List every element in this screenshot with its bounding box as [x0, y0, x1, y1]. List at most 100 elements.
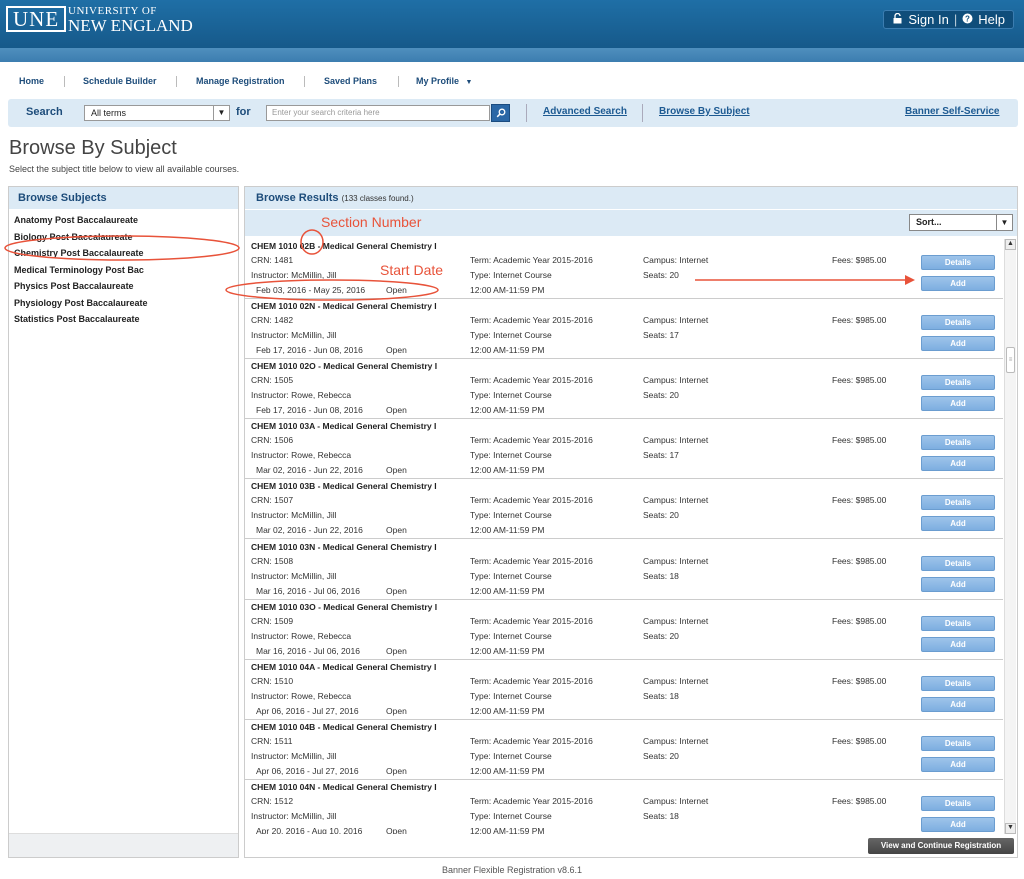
subject-physiology[interactable]: Physiology Post Baccalaureate: [9, 295, 238, 312]
subject-anatomy[interactable]: Anatomy Post Baccalaureate: [9, 212, 238, 229]
course-status: Open: [386, 465, 407, 476]
results-heading: Browse Results: [256, 192, 339, 204]
course-fees: Fees: $985.00: [832, 255, 887, 265]
nav-divider: [176, 76, 177, 87]
course-time: 12:00 AM-11:59 PM: [470, 645, 545, 656]
details-button[interactable]: Details: [921, 795, 995, 811]
chevron-down-icon[interactable]: ▼: [213, 106, 229, 120]
course-fees: Fees: $985.00: [832, 735, 887, 746]
course-title: CHEM 1010 02O - Medical General Chemistr…: [251, 361, 438, 372]
sort-select[interactable]: Sort... ▼: [909, 214, 1013, 231]
subject-statistics[interactable]: Statistics Post Baccalaureate: [9, 311, 238, 328]
auth-bar: Sign In | ? Help: [883, 10, 1014, 29]
course-instructor: Instructor: Rowe, Rebecca: [251, 630, 352, 641]
add-button[interactable]: Add: [921, 396, 995, 412]
course-seats: Seats: 17: [643, 450, 679, 461]
course-dates: Feb 17, 2016 - Jun 08, 2016: [256, 345, 363, 356]
subject-biology[interactable]: Biology Post Baccalaureate: [9, 229, 238, 246]
logo-text[interactable]: UNIVERSITY OF NEW ENGLAND: [68, 5, 193, 34]
subjects-footer: [9, 833, 238, 857]
course-row: CHEM 1010 02B - Medical General Chemistr…: [245, 239, 1003, 299]
course-time: 12:00 AM-11:59 PM: [470, 285, 545, 295]
subject-medical-terminology[interactable]: Medical Terminology Post Bac: [9, 262, 238, 279]
details-button[interactable]: Details: [921, 495, 995, 511]
search-input[interactable]: Enter your search criteria here: [266, 105, 490, 121]
chevron-down-icon[interactable]: ▼: [996, 215, 1012, 230]
results-scrollbar[interactable]: ▲ ≡ ▼: [1004, 239, 1016, 834]
course-seats: Seats: 20: [643, 510, 679, 521]
for-label: for: [236, 106, 251, 118]
course-crn: CRN: 1506: [251, 435, 294, 446]
view-and-continue-button[interactable]: View and Continue Registration: [868, 838, 1014, 854]
course-campus: Campus: Internet: [643, 495, 709, 506]
nav-my-profile[interactable]: My Profile ▼: [416, 76, 472, 86]
course-instructor: Instructor: Rowe, Rebecca: [251, 450, 352, 461]
details-button[interactable]: Details: [921, 735, 995, 751]
add-button[interactable]: Add: [921, 696, 995, 712]
course-seats: Seats: 20: [643, 270, 679, 280]
course-row: CHEM 1010 04B - Medical General Chemistr…: [245, 720, 1003, 780]
course-campus: Campus: Internet: [643, 315, 709, 326]
subject-chemistry[interactable]: Chemistry Post Baccalaureate: [9, 245, 238, 262]
course-crn: CRN: 1509: [251, 615, 294, 626]
nav-saved-plans[interactable]: Saved Plans: [324, 76, 377, 86]
details-button[interactable]: Details: [921, 555, 995, 571]
add-button[interactable]: Add: [921, 456, 995, 472]
course-title: CHEM 1010 03O - Medical General Chemistr…: [251, 601, 438, 612]
nav-divider: [398, 76, 399, 87]
nav-divider: [304, 76, 305, 87]
course-title: CHEM 1010 04B - Medical General Chemistr…: [251, 721, 437, 732]
term-select[interactable]: All terms ▼: [84, 105, 230, 121]
search-button[interactable]: [491, 104, 510, 122]
add-button[interactable]: Add: [921, 516, 995, 532]
nav-home[interactable]: Home: [19, 76, 44, 86]
course-term: Term: Academic Year 2015-2016: [470, 435, 593, 446]
course-type: Type: Internet Course: [470, 510, 552, 521]
course-seats: Seats: 20: [643, 630, 679, 641]
banner-self-service-link[interactable]: Banner Self-Service: [905, 106, 1000, 117]
nav-schedule-builder[interactable]: Schedule Builder: [83, 76, 157, 86]
scroll-down-icon[interactable]: ▼: [1005, 823, 1016, 834]
results-header: Browse Results (133 classes found.): [245, 187, 1017, 209]
course-campus: Campus: Internet: [643, 615, 709, 626]
details-button[interactable]: Details: [921, 615, 995, 631]
details-button[interactable]: Details: [921, 255, 995, 270]
add-button[interactable]: Add: [921, 576, 995, 592]
sort-select-value: Sort...: [916, 217, 942, 227]
course-status: Open: [386, 645, 407, 656]
details-button[interactable]: Details: [921, 675, 995, 691]
course-instructor: Instructor: McMillin, Jill: [251, 510, 337, 521]
add-button[interactable]: Add: [921, 636, 995, 652]
results-count: (133 classes found.): [341, 194, 414, 203]
scroll-up-icon[interactable]: ▲: [1005, 239, 1016, 250]
details-button[interactable]: Details: [921, 435, 995, 451]
results-panel: Browse Results (133 classes found.) Sort…: [244, 186, 1018, 858]
subject-physics[interactable]: Physics Post Baccalaureate: [9, 278, 238, 295]
course-campus: Campus: Internet: [643, 255, 709, 265]
add-button[interactable]: Add: [921, 756, 995, 772]
nav-divider: [64, 76, 65, 87]
add-button[interactable]: Add: [921, 276, 995, 291]
course-status: Open: [386, 345, 407, 356]
details-button[interactable]: Details: [921, 375, 995, 391]
add-button[interactable]: Add: [921, 816, 995, 832]
course-dates: Apr 06, 2016 - Jul 27, 2016: [256, 765, 359, 776]
add-button[interactable]: Add: [921, 336, 995, 352]
scroll-thumb[interactable]: ≡: [1006, 347, 1015, 373]
course-fees: Fees: $985.00: [832, 615, 887, 626]
logo-mark[interactable]: UNE: [6, 6, 67, 32]
nav-manage-registration[interactable]: Manage Registration: [196, 76, 285, 86]
chevron-down-icon: ▼: [465, 79, 473, 86]
course-fees: Fees: $985.00: [832, 495, 887, 506]
course-seats: Seats: 20: [643, 750, 679, 761]
course-instructor: Instructor: McMillin, Jill: [251, 330, 337, 341]
details-button[interactable]: Details: [921, 315, 995, 331]
browse-by-subject-link[interactable]: Browse By Subject: [659, 106, 750, 117]
help-icon: ?: [962, 11, 973, 28]
advanced-search-link[interactable]: Advanced Search: [543, 106, 627, 117]
help-link[interactable]: Help: [978, 11, 1005, 28]
sign-in-link[interactable]: Sign In: [908, 11, 948, 28]
course-dates: Apr 20, 2016 - Aug 10, 2016: [256, 825, 363, 834]
course-seats: Seats: 18: [643, 570, 679, 581]
course-status: Open: [386, 405, 407, 416]
